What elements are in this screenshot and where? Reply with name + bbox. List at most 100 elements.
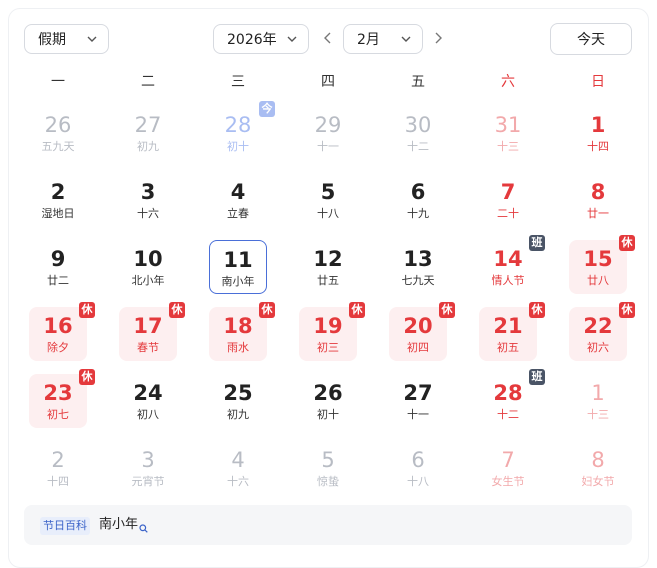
day-number: 2 <box>51 448 65 472</box>
day-cell[interactable]: 16 除夕 休 <box>13 302 103 372</box>
day-number: 1 <box>591 381 605 405</box>
day-number: 4 <box>230 180 246 204</box>
day-cell[interactable]: 23 初七 休 <box>13 369 103 439</box>
day-cell[interactable]: 2 十四 <box>13 439 103 506</box>
lunar-date-label: 雨水 <box>227 341 249 354</box>
today-button[interactable]: 今天 <box>550 23 632 55</box>
day-cell[interactable]: 21 初五 休 <box>463 302 553 372</box>
day-cell[interactable]: 30 十二 <box>373 104 463 171</box>
day-cell[interactable]: 18 雨水 休 <box>193 302 283 372</box>
day-cell[interactable]: 7 女生节 <box>463 439 553 506</box>
rest-day-badge: 休 <box>79 369 95 385</box>
day-cell[interactable]: 5 十八 <box>283 171 373 238</box>
lunar-date-label: 初七 <box>47 408 69 421</box>
holiday-search-link[interactable]: 南小年 <box>99 516 148 534</box>
day-cell[interactable]: 8 廿一 <box>553 171 643 238</box>
day-cell[interactable]: 3 十六 <box>103 171 193 238</box>
day-cell[interactable]: 28 初十 今 <box>193 101 283 171</box>
day-number: 26 <box>44 113 72 137</box>
day-number: 2 <box>50 180 66 204</box>
day-cell[interactable]: 8 妇女节 <box>553 439 643 506</box>
lunar-date-label: 初十 <box>227 140 249 153</box>
holiday-select-label: 假期 <box>38 32 66 48</box>
day-cell[interactable]: 22 初六 休 <box>553 302 643 372</box>
day-cell[interactable]: 6 十八 <box>373 439 463 506</box>
lunar-date-label: 初八 <box>137 408 159 421</box>
day-cell[interactable]: 29 十一 <box>283 104 373 171</box>
day-cell[interactable]: 1 十三 <box>553 372 643 439</box>
day-number: 4 <box>231 448 245 472</box>
lunar-date-label: 初九 <box>137 140 159 153</box>
search-icon <box>139 521 148 533</box>
lunar-date-label: 惊蛰 <box>317 475 339 488</box>
rest-day-badge: 休 <box>169 302 185 318</box>
lunar-date-label: 十四 <box>47 475 69 488</box>
day-cell[interactable]: 19 初三 休 <box>283 302 373 372</box>
day-cell[interactable]: 6 十九 <box>373 171 463 238</box>
day-cell[interactable]: 26 初十 <box>283 372 373 439</box>
day-number: 11 <box>223 248 253 272</box>
lunar-date-label: 初三 <box>317 341 339 354</box>
day-number: 12 <box>313 247 343 271</box>
day-cell[interactable]: 24 初八 <box>103 372 193 439</box>
day-number: 1 <box>590 113 606 137</box>
lunar-date-label: 十三 <box>497 140 519 153</box>
day-cell-body: 29 十一 <box>299 106 357 160</box>
day-cell-body: 6 十八 <box>389 441 447 495</box>
day-cell[interactable]: 14 情人节 班 <box>463 235 553 305</box>
day-cell[interactable]: 7 二十 <box>463 171 553 238</box>
lunar-date-label: 七九天 <box>401 274 435 287</box>
day-cell[interactable]: 26 五九天 <box>13 104 103 171</box>
day-number: 5 <box>321 448 335 472</box>
day-cell[interactable]: 13 七九天 <box>373 238 463 305</box>
day-cell[interactable]: 27 初九 <box>103 104 193 171</box>
rest-day-badge: 休 <box>79 302 95 318</box>
weekday-label: 三 <box>231 74 245 90</box>
day-number: 27 <box>134 113 162 137</box>
day-cell[interactable]: 11 南小年 <box>193 238 283 305</box>
day-cell[interactable]: 3 元宵节 <box>103 439 193 506</box>
day-cell[interactable]: 4 立春 <box>193 171 283 238</box>
day-cell-body: 14 情人节 班 <box>479 235 545 294</box>
day-cell[interactable]: 15 廿八 休 <box>553 235 643 305</box>
day-cell[interactable]: 9 廿二 <box>13 238 103 305</box>
day-cell-body: 13 七九天 <box>389 240 447 294</box>
day-cell[interactable]: 10 北小年 <box>103 238 193 305</box>
chevron-down-icon <box>86 33 98 45</box>
rest-day-badge: 休 <box>349 302 365 318</box>
day-cell[interactable]: 20 初四 休 <box>373 302 463 372</box>
prev-month-button[interactable] <box>319 30 337 48</box>
month-select[interactable]: 2月 <box>343 24 423 54</box>
year-select[interactable]: 2026年 <box>213 24 309 54</box>
next-month-button[interactable] <box>429 30 447 48</box>
day-cell[interactable]: 1 十四 <box>553 104 643 171</box>
month-select-label: 2月 <box>357 32 380 48</box>
day-cell-body: 9 廿二 <box>29 240 87 294</box>
day-number: 25 <box>223 381 253 405</box>
chevron-down-icon <box>286 33 298 45</box>
lunar-date-label: 十一 <box>317 140 339 153</box>
calendar-grid: 26 五九天 27 初九 28 初十今 29 十一 30 十二 31 十三 1 十四 2 湿地日 3 十六 4 立春 5… <box>13 101 643 506</box>
day-number: 9 <box>50 247 66 271</box>
day-number: 15 <box>583 247 613 271</box>
day-cell-body: 11 南小年 <box>209 240 267 294</box>
holiday-info-bar: 节日百科 南小年 <box>24 505 632 545</box>
holiday-select[interactable]: 假期 <box>24 24 109 54</box>
day-cell[interactable]: 5 惊蛰 <box>283 439 373 506</box>
day-cell[interactable]: 31 十三 <box>463 104 553 171</box>
day-cell-body: 23 初七 休 <box>29 369 95 428</box>
day-cell[interactable]: 28 十二 班 <box>463 369 553 439</box>
day-number: 31 <box>494 113 522 137</box>
day-cell-body: 2 十四 <box>29 441 87 495</box>
day-cell[interactable]: 27 十一 <box>373 372 463 439</box>
day-number: 3 <box>141 448 155 472</box>
day-cell[interactable]: 17 春节 休 <box>103 302 193 372</box>
day-cell-body: 28 十二 班 <box>479 369 545 428</box>
day-cell-body: 1 十四 <box>569 106 627 160</box>
day-cell[interactable]: 4 十六 <box>193 439 283 506</box>
day-cell[interactable]: 12 廿五 <box>283 238 373 305</box>
lunar-date-label: 春节 <box>137 341 159 354</box>
day-cell[interactable]: 2 湿地日 <box>13 171 103 238</box>
day-cell[interactable]: 25 初九 <box>193 372 283 439</box>
day-number: 21 <box>493 314 523 338</box>
